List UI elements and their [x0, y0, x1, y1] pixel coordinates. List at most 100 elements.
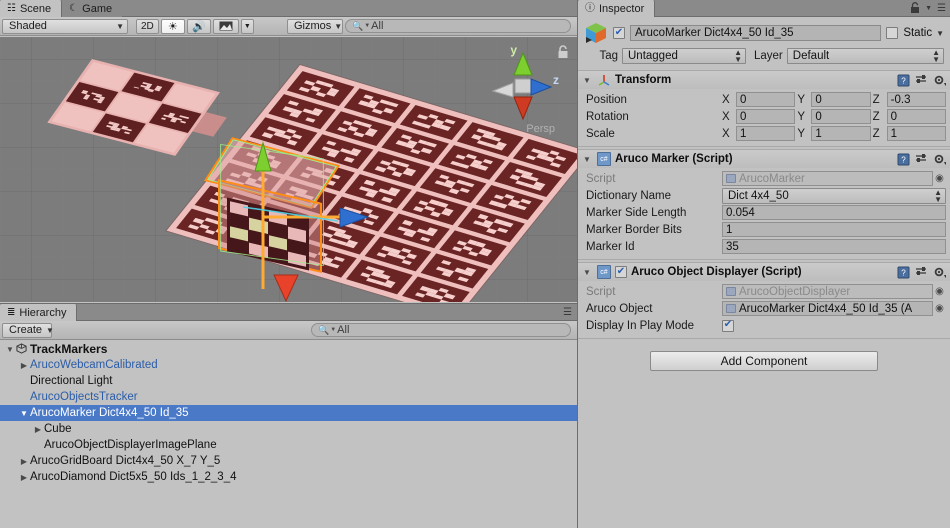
- triangle-right-icon[interactable]: ▶: [18, 361, 30, 370]
- property-row-3: Marker Border Bits 1: [582, 221, 946, 238]
- triangle-down-icon[interactable]: ▼: [581, 155, 593, 164]
- tab-scene[interactable]: ☷ Scene: [0, 0, 63, 17]
- hierarchy-item-6[interactable]: ArucoObjectDisplayerImagePlane: [0, 437, 577, 453]
- preset-icon[interactable]: [915, 153, 928, 165]
- value-field[interactable]: 0.054: [722, 205, 946, 220]
- sun-icon: ☀: [167, 20, 178, 33]
- component-enabled-checkbox[interactable]: [615, 266, 627, 278]
- component-header[interactable]: ▼c#Aruco Object Displayer (Script)?▾: [578, 263, 950, 281]
- triangle-down-icon[interactable]: ▼: [18, 409, 30, 418]
- triangle-right-icon[interactable]: ▶: [18, 473, 30, 482]
- tab-hierarchy[interactable]: ≣ Hierarchy: [0, 304, 78, 321]
- hierarchy-item-label: TrackMarkers: [30, 342, 108, 356]
- preset-icon[interactable]: [915, 74, 928, 86]
- layer-dropdown[interactable]: Default ▲ ▼: [786, 48, 944, 64]
- dropdown-field[interactable]: Dict 4x4_50 ▲ ▼: [722, 187, 946, 204]
- inspector-panel-menu-icon[interactable]: ☰: [937, 3, 946, 14]
- svg-text:▾: ▾: [944, 274, 946, 279]
- add-component-row: Add Component: [578, 339, 950, 371]
- effects-button[interactable]: [212, 18, 239, 34]
- tag-dropdown[interactable]: Untagged ▲ ▼: [622, 48, 746, 64]
- triangle-right-icon[interactable]: ▶: [32, 425, 44, 434]
- hierarchy-item-label: ArucoObjectsTracker: [30, 391, 138, 403]
- gameobject-name-field[interactable]: ArucoMarker Dict4x4_50 Id_35: [630, 25, 882, 41]
- hierarchy-search-input[interactable]: 🔍 ▼ All: [311, 323, 571, 337]
- scene-viewport[interactable]: y z Persp: [0, 37, 577, 302]
- object-picker-icon[interactable]: ◉: [933, 303, 946, 314]
- gear-icon[interactable]: ▾: [933, 266, 946, 279]
- component-2: ▼c#Aruco Object Displayer (Script)?▾Scri…: [578, 262, 950, 339]
- value-field-z[interactable]: -0.3: [886, 92, 946, 107]
- add-component-button[interactable]: Add Component: [650, 351, 878, 371]
- property-row-position: Position X 0 Y 0 Z -0.3: [582, 91, 946, 108]
- value-field-y[interactable]: 1: [811, 126, 871, 141]
- toggle-2d-button[interactable]: 2D: [136, 18, 159, 34]
- triangle-down-icon[interactable]: ▼: [581, 268, 593, 277]
- chevron-down-icon[interactable]: ▼: [936, 29, 944, 38]
- hierarchy-tree[interactable]: ▼ TrackMarkers ▶ ArucoWebcamCalibrated Direc…: [0, 341, 577, 528]
- triangle-down-icon[interactable]: ▼: [4, 345, 16, 354]
- hierarchy-item-1[interactable]: ▶ ArucoWebcamCalibrated: [0, 357, 577, 373]
- gameobject-enabled-checkbox[interactable]: [613, 27, 625, 39]
- scene-search-input[interactable]: 🔍 ▼ All: [345, 19, 571, 33]
- tab-inspector[interactable]: ⓘ Inspector: [578, 0, 656, 17]
- gear-icon[interactable]: ▾: [933, 74, 946, 87]
- axis-label-z: Z: [872, 127, 880, 140]
- lock-icon[interactable]: [910, 2, 920, 14]
- object-reference-field[interactable]: ArucoMarker Dict4x4_50 Id_35 (A: [722, 301, 933, 316]
- gizmo-z-cone[interactable]: [339, 207, 370, 228]
- value-field-x[interactable]: 0: [736, 92, 796, 107]
- audio-toggle-button[interactable]: 🔊: [186, 18, 211, 34]
- value-field-y[interactable]: 0: [811, 92, 871, 107]
- hierarchy-panel-menu-icon[interactable]: ☰: [563, 307, 572, 318]
- value-field-y[interactable]: 0: [811, 109, 871, 124]
- axis-label-y: Y: [797, 93, 805, 106]
- triangle-right-icon[interactable]: ▶: [18, 457, 30, 466]
- gizmo-negy-cone[interactable]: [273, 274, 299, 302]
- script-asset-icon: [726, 174, 736, 183]
- value-field-z[interactable]: 0: [886, 109, 946, 124]
- hierarchy-item-5[interactable]: ▶ Cube: [0, 421, 577, 437]
- effects-dropdown-button[interactable]: ▼: [240, 18, 254, 34]
- property-checkbox[interactable]: [722, 319, 734, 332]
- draw-mode-dropdown[interactable]: Shaded ▼: [2, 18, 128, 34]
- value-field[interactable]: 1: [722, 222, 946, 237]
- object-picker-icon[interactable]: ◉: [933, 173, 946, 184]
- preset-icon[interactable]: [915, 266, 928, 278]
- property-row-0: Script ArucoMarker ◉: [582, 170, 946, 187]
- tab-game[interactable]: ☾ Game: [62, 0, 123, 17]
- script-asset-icon: [726, 304, 736, 313]
- gizmo-y-label: y: [510, 43, 517, 57]
- value-field[interactable]: 35: [722, 239, 946, 254]
- hierarchy-item-0[interactable]: ▼ TrackMarkers: [0, 341, 577, 357]
- help-book-icon[interactable]: ?: [897, 153, 910, 166]
- create-label: Create: [9, 324, 43, 336]
- value-field-x[interactable]: 1: [736, 126, 796, 141]
- object-picker-icon[interactable]: ◉: [933, 286, 946, 297]
- hierarchy-item-7[interactable]: ▶ ArucoGridBoard Dict4x4_50 X_7 Y_5: [0, 453, 577, 469]
- property-row-rotation: Rotation X 0 Y 0 Z 0: [582, 108, 946, 125]
- value-field-z[interactable]: 1: [886, 126, 946, 141]
- hierarchy-item-4[interactable]: ▼ ArucoMarker Dict4x4_50 Id_35: [0, 405, 577, 421]
- component-header[interactable]: ▼ Transform? ▾: [578, 71, 950, 89]
- gear-icon[interactable]: ▾: [933, 153, 946, 166]
- create-dropdown[interactable]: Create ▼: [2, 322, 54, 338]
- projection-label[interactable]: Persp: [526, 123, 555, 135]
- move-gizmo[interactable]: [208, 129, 408, 302]
- component-header[interactable]: ▼ c# Aruco Marker (Script)? ▾: [578, 150, 950, 168]
- hierarchy-item-8[interactable]: ▶ ArucoDiamond Dict5x5_50 Ids_1_2_3_4: [0, 469, 577, 485]
- lock-icon[interactable]: [557, 45, 569, 59]
- axis-label-y: Y: [797, 110, 805, 123]
- gizmo-y-cone[interactable]: [254, 141, 272, 172]
- hierarchy-item-3[interactable]: ArucoObjectsTracker: [0, 389, 577, 405]
- scene-orientation-gizmo[interactable]: [491, 45, 555, 125]
- help-book-icon[interactable]: ?: [897, 74, 910, 87]
- value-field-x[interactable]: 0: [736, 109, 796, 124]
- static-checkbox[interactable]: [886, 27, 899, 39]
- gizmos-dropdown[interactable]: Gizmos ▼: [287, 18, 343, 34]
- triangle-down-icon[interactable]: ▼: [581, 76, 593, 85]
- hierarchy-item-2[interactable]: Directional Light: [0, 373, 577, 389]
- lighting-toggle-button[interactable]: ☀: [160, 18, 185, 34]
- hierarchy-toolbar: Create ▼ 🔍 ▼ All: [0, 321, 577, 340]
- help-book-icon[interactable]: ?: [897, 266, 910, 279]
